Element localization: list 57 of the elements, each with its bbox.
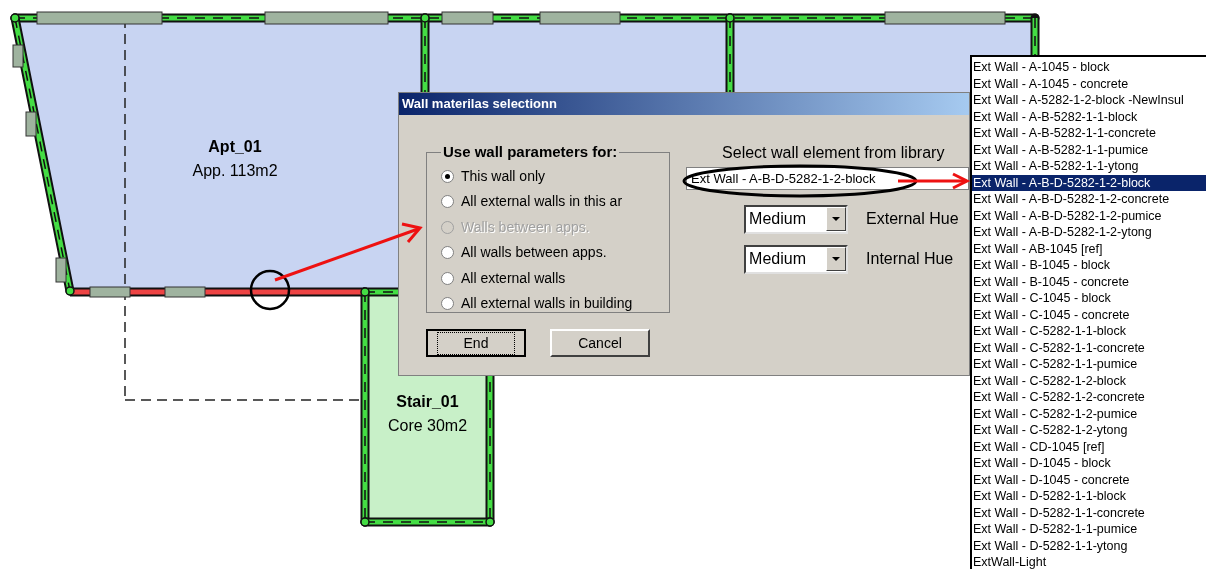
hue-select[interactable]: Medium bbox=[744, 244, 849, 274]
group-legend: Use wall parameters for: bbox=[441, 141, 620, 164]
library-item[interactable]: Ext Wall - A-B-5282-1-1-block bbox=[972, 108, 1206, 125]
caret-icon bbox=[826, 207, 847, 231]
hue-label: Internal Hue bbox=[866, 249, 954, 269]
library-item[interactable]: Ext Wall - C-1045 - concrete bbox=[972, 306, 1206, 323]
radio-button[interactable] bbox=[441, 271, 454, 285]
library-item[interactable]: Ext Wall - A-5282-1-2-block -NewInsul bbox=[972, 92, 1206, 109]
room-area: App. 113m2 bbox=[192, 159, 278, 183]
library-item[interactable]: Ext Wall - D-5282-1-1-concrete bbox=[972, 504, 1206, 521]
library-item[interactable]: Ext Wall - B-1045 - block bbox=[972, 257, 1206, 274]
library-item[interactable]: Ext Wall - C-5282-1-2-pumice bbox=[972, 405, 1206, 422]
radio-button[interactable] bbox=[441, 246, 454, 260]
radio-button[interactable] bbox=[441, 297, 454, 311]
library-item[interactable]: Ext Wall - A-1045 - block bbox=[972, 59, 1206, 76]
library-item[interactable]: Ext Wall - A-B-D-5282-1-2-block bbox=[972, 174, 1206, 191]
library-item[interactable]: Ext Wall - D-5282-1-1-block bbox=[972, 488, 1206, 505]
radio-button[interactable] bbox=[441, 195, 454, 209]
library-item[interactable]: Ext Wall - C-5282-1-1-block bbox=[972, 323, 1206, 340]
highlight-circle bbox=[249, 269, 291, 311]
library-item[interactable]: Ext Wall - D-5282-1-1-ytong bbox=[972, 537, 1206, 554]
library-label: Select wall element from library bbox=[721, 143, 946, 163]
library-item[interactable]: ExtWall-Light bbox=[972, 554, 1206, 569]
radio-label: All external walls in building bbox=[461, 294, 633, 314]
library-item[interactable]: Ext Wall - D-1045 - concrete bbox=[972, 471, 1206, 488]
library-item[interactable]: Ext Wall - A-B-D-5282-1-2-concrete bbox=[972, 191, 1206, 208]
window-title: Wall materilas selectionn bbox=[399, 93, 969, 115]
radio-label: All external walls in this ar bbox=[461, 192, 623, 212]
caret-icon bbox=[826, 247, 847, 271]
library-item[interactable]: Ext Wall - B-1045 - concrete bbox=[972, 273, 1206, 290]
library-item[interactable]: Ext Wall - C-5282-1-1-concrete bbox=[972, 339, 1206, 356]
hue-select[interactable]: Medium bbox=[744, 204, 849, 234]
library-item[interactable]: Ext Wall - C-5282-1-2-block bbox=[972, 372, 1206, 389]
hue-label: External Hue bbox=[866, 209, 959, 229]
room-name: Stair_01 bbox=[396, 392, 459, 412]
library-item[interactable]: Ext Wall - C-5282-1-2-concrete bbox=[972, 389, 1206, 406]
library-item[interactable]: Ext Wall - C-5282-1-2-ytong bbox=[972, 422, 1206, 439]
dialog-button[interactable]: Cancel bbox=[550, 329, 650, 357]
radio-button[interactable] bbox=[441, 169, 454, 183]
library-item[interactable]: Ext Wall - D-1045 - block bbox=[972, 455, 1206, 472]
radio-label: All external walls bbox=[461, 268, 566, 288]
library-item[interactable]: Ext Wall - D-5282-1-1-pumice bbox=[972, 521, 1206, 538]
library-item[interactable]: Ext Wall - A-B-D-5282-1-2-pumice bbox=[972, 207, 1206, 224]
library-item[interactable]: Ext Wall - A-1045 - concrete bbox=[972, 75, 1206, 92]
library-item[interactable]: Ext Wall - C-1045 - block bbox=[972, 290, 1206, 307]
dialog-button[interactable]: End bbox=[426, 329, 526, 357]
room-area: Core 30m2 bbox=[387, 414, 468, 438]
radio-label: This wall only bbox=[461, 166, 546, 186]
library-item[interactable]: Ext Wall - A-B-D-5282-1-2-ytong bbox=[972, 224, 1206, 241]
library-item[interactable]: Ext Wall - AB-1045 [ref] bbox=[972, 240, 1206, 257]
library-item[interactable]: Ext Wall - C-5282-1-1-pumice bbox=[972, 356, 1206, 373]
library-item[interactable]: Ext Wall - A-B-5282-1-1-ytong bbox=[972, 158, 1206, 175]
library-item[interactable]: Ext Wall - A-B-5282-1-1-concrete bbox=[972, 125, 1206, 142]
room-name: Apt_01 bbox=[208, 137, 262, 157]
radio-label: All walls between apps. bbox=[461, 243, 607, 263]
library-item[interactable]: Ext Wall - CD-1045 [ref] bbox=[972, 438, 1206, 455]
library-item[interactable]: Ext Wall - A-B-5282-1-1-pumice bbox=[972, 141, 1206, 158]
